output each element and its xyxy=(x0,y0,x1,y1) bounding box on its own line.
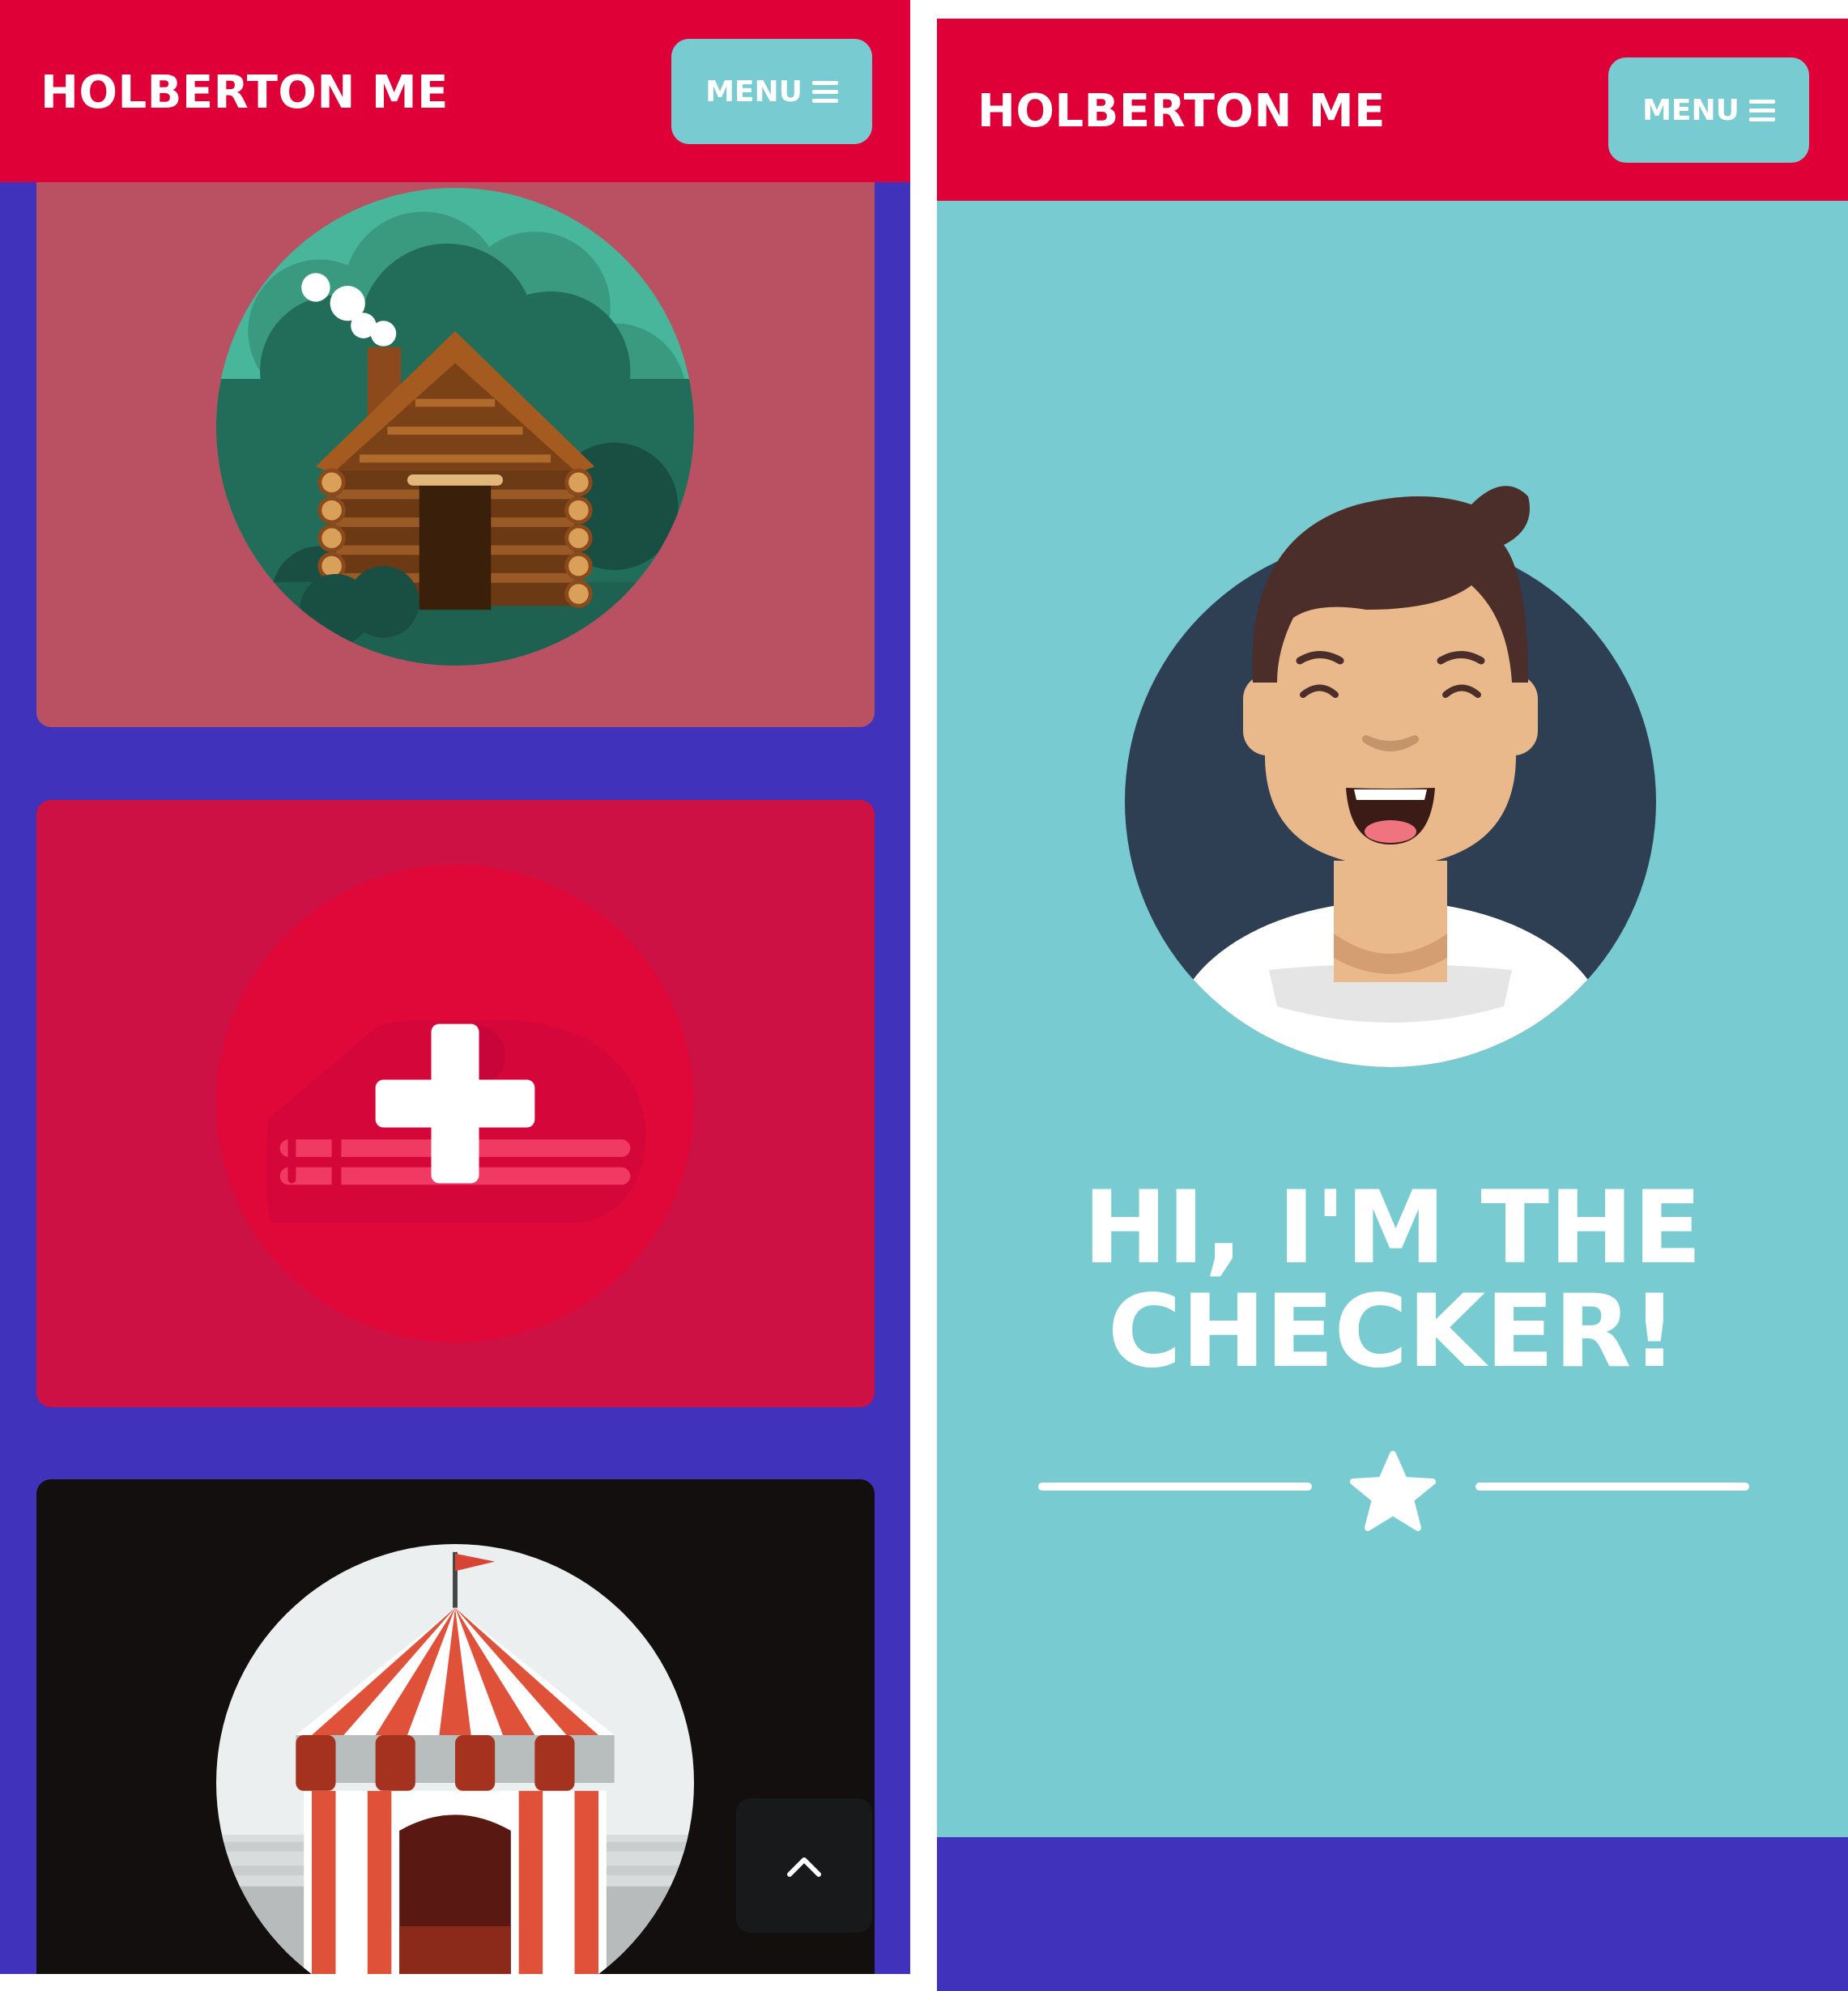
plus-icon xyxy=(216,865,694,1342)
star-icon xyxy=(1350,1451,1436,1531)
hamburger-icon xyxy=(811,80,838,103)
menu-button[interactable]: MENU xyxy=(1608,57,1809,163)
right-screen: HOLBERTON ME MENU HI, I'M THE CHECKER! xyxy=(937,19,1848,1991)
footer-section xyxy=(937,1837,1848,1991)
brand-logo[interactable]: HOLBERTON ME xyxy=(40,66,449,119)
avatar-icon xyxy=(1125,486,1656,1067)
menu-label: MENU xyxy=(705,74,803,108)
menu-label: MENU xyxy=(1642,93,1739,127)
scroll-to-top-button[interactable] xyxy=(736,1798,872,1933)
chevron-up-icon xyxy=(787,1857,821,1877)
left-screen: HOLBERTON ME MENU xyxy=(0,0,910,1974)
hero-title: HI, I'M THE CHECKER! xyxy=(937,1176,1848,1384)
hero-title-line-2: CHECKER! xyxy=(1107,1274,1678,1390)
log-cabin-icon xyxy=(216,188,694,666)
menu-button[interactable]: MENU xyxy=(671,39,872,144)
project-card-cabin[interactable] xyxy=(36,130,875,727)
hero-title-line-1: HI, I'M THE xyxy=(1083,1170,1702,1287)
navbar: HOLBERTON ME MENU xyxy=(937,19,1848,201)
hamburger-icon xyxy=(1748,99,1775,121)
brand-logo[interactable]: HOLBERTON ME xyxy=(977,85,1386,138)
circus-tent-icon xyxy=(216,1544,694,1974)
project-card-add[interactable] xyxy=(36,800,875,1407)
navbar: HOLBERTON ME MENU xyxy=(0,0,910,182)
divider-line-left xyxy=(1038,1483,1312,1491)
divider-line-right xyxy=(1475,1483,1749,1491)
